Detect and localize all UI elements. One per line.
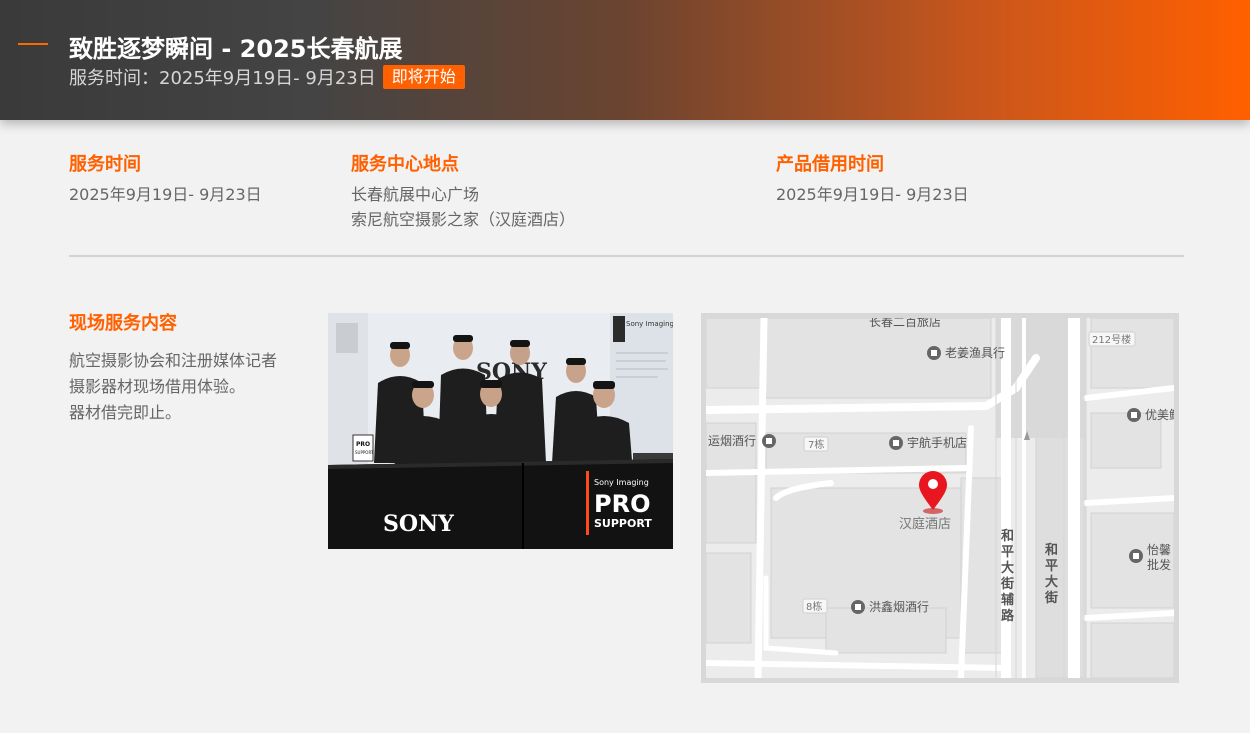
- section-divider: [69, 255, 1184, 257]
- road-name-char: 平: [1001, 545, 1014, 560]
- header-service-time-text: 服务时间：2025年9月19日- 9月23日: [69, 68, 376, 89]
- banner-line-1: Sony Imaging: [594, 478, 649, 487]
- services-line: 器材借完即止。: [69, 403, 182, 422]
- banner-line-3: SUPPORT: [594, 517, 652, 530]
- services-title: 现场服务内容: [69, 313, 177, 334]
- map-label-yuhang: 宇航手机店: [907, 435, 967, 450]
- table-sign-line-1: PRO: [356, 441, 370, 448]
- map-label-7: 7栋: [808, 438, 824, 451]
- service-time-label: 服务时间: [69, 154, 141, 175]
- location-line-1: 长春航展中心广场: [351, 185, 480, 204]
- wall-panel-text: Sony Imaging 影像专业服务: [626, 319, 673, 328]
- info-loan-time: 产品借用时间 2025年9月19日- 9月23日: [776, 150, 969, 207]
- loan-time-value: 2025年9月19日- 9月23日: [776, 185, 969, 204]
- services-line: 航空摄影协会和注册媒体记者: [69, 351, 278, 370]
- loan-time-label: 产品借用时间: [776, 154, 884, 175]
- service-time-value: 2025年9月19日- 9月23日: [69, 185, 262, 204]
- road-name-char: 和: [1045, 542, 1058, 558]
- road-name-char: 辅: [1001, 592, 1014, 608]
- services-line: 摄影器材现场借用体验。: [69, 377, 246, 396]
- map-label-youmei: 优美鲜: [1145, 408, 1174, 422]
- location-label: 服务中心地点: [351, 154, 459, 175]
- road-name-char: 街: [1000, 576, 1014, 592]
- road-name-char: 大: [1001, 560, 1014, 576]
- banner-line-2: PRO: [594, 490, 650, 518]
- map-label-fishing: 老姜渔具行: [945, 346, 1005, 360]
- road-name-char: 平: [1045, 559, 1058, 574]
- road-name-char: 和: [1001, 528, 1014, 544]
- table-brand-logo: SONY: [383, 511, 454, 537]
- location-line-2: 索尼航空摄影之家（汉庭酒店）: [351, 210, 576, 229]
- team-photo: Sony Imaging 影像专业服务 SONY: [328, 313, 673, 549]
- location-map[interactable]: 长春二百旅店 老姜渔具行 212号楼 优美鲜 运烟酒行 7栋 宇航手机店 汉庭酒…: [701, 313, 1179, 683]
- map-label-top: 长春二百旅店: [869, 318, 941, 329]
- info-service-time: 服务时间 2025年9月19日- 9月23日: [69, 150, 262, 207]
- map-label-8: 8栋: [806, 600, 822, 613]
- header-accent-dash: [18, 43, 48, 45]
- table-sign-line-2: SUPPORT: [355, 450, 374, 455]
- services-description: 航空摄影协会和注册媒体记者 摄影器材现场借用体验。 器材借完即止。: [69, 348, 277, 426]
- info-location: 服务中心地点 长春航展中心广场 索尼航空摄影之家（汉庭酒店）: [351, 150, 575, 232]
- event-title: 致胜逐梦瞬间 - 2025长春航展: [69, 35, 403, 63]
- map-label-212: 212号楼: [1092, 333, 1131, 346]
- map-label-yixin: 怡馨: [1147, 542, 1171, 557]
- status-badge: 即将开始: [382, 65, 465, 89]
- map-label-yixin-2: 批发: [1147, 557, 1171, 572]
- event-service-time: 服务时间：2025年9月19日- 9月23日 即将开始: [69, 64, 465, 90]
- map-label-hongxin: 洪鑫烟酒行: [869, 599, 929, 614]
- map-label-tobacco-left: 运烟酒行: [708, 434, 756, 448]
- road-name-char: 街: [1044, 590, 1058, 606]
- road-name-char: 路: [1001, 608, 1015, 624]
- event-header: 致胜逐梦瞬间 - 2025长春航展 服务时间：2025年9月19日- 9月23日…: [0, 0, 1250, 120]
- map-label-hotel: 汉庭酒店: [899, 516, 951, 532]
- road-name-char: 大: [1045, 574, 1058, 590]
